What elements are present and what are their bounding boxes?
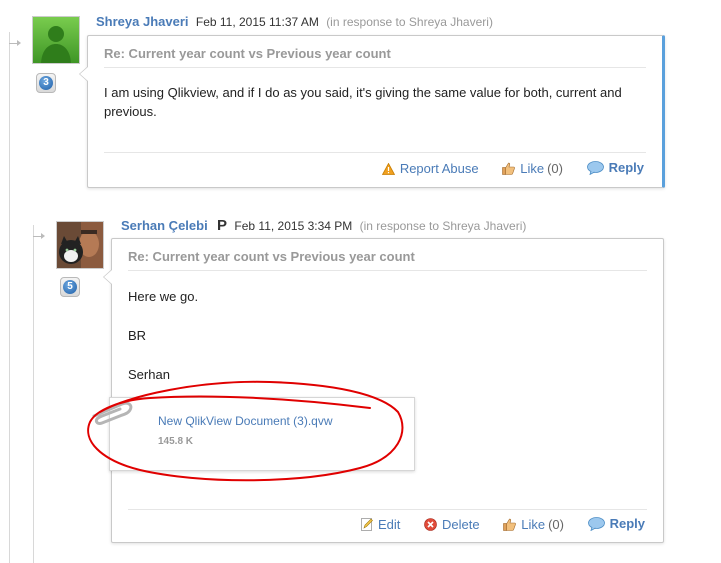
pencil-icon bbox=[361, 517, 373, 531]
like-link[interactable]: Like (0) bbox=[503, 517, 564, 532]
avatar-serhan[interactable] bbox=[56, 221, 104, 269]
delete-link[interactable]: Delete bbox=[424, 517, 480, 532]
paperclip-icon bbox=[88, 396, 148, 433]
thread-line-2 bbox=[33, 225, 34, 563]
card-pointer bbox=[103, 269, 112, 285]
report-abuse-label: Report Abuse bbox=[399, 161, 479, 176]
thread-connector-2 bbox=[33, 236, 41, 237]
post-meta: Shreya Jhaveri Feb 11, 2015 11:37 AM (in… bbox=[96, 14, 493, 29]
subject-divider bbox=[128, 270, 647, 271]
avatar-shreya[interactable] bbox=[32, 16, 80, 64]
thread-arrow-2 bbox=[41, 233, 45, 239]
attachment-card[interactable]: New QlikView Document (3).qvw 145.8 K bbox=[92, 397, 415, 471]
reply-button[interactable]: Reply bbox=[586, 160, 644, 175]
like-link[interactable]: Like (0) bbox=[502, 161, 563, 176]
rank-badge: 5 bbox=[60, 277, 80, 297]
attachment-size: 145.8 K bbox=[158, 436, 194, 447]
post-date: Feb 11, 2015 11:37 AM bbox=[195, 15, 319, 29]
in-response-link[interactable]: (in response to Shreya Jhaveri) bbox=[326, 15, 493, 29]
thread-arrow-1 bbox=[17, 40, 21, 46]
thumbs-up-icon bbox=[502, 162, 516, 175]
thumbs-up-icon bbox=[503, 518, 517, 531]
subject-divider bbox=[104, 67, 646, 68]
card-pointer bbox=[79, 66, 88, 82]
post-body-line: Here we go. bbox=[128, 289, 199, 304]
reply-button[interactable]: Reply bbox=[587, 516, 645, 531]
warning-triangle-icon bbox=[381, 162, 395, 175]
author-link[interactable]: Serhan Çelebi bbox=[121, 218, 208, 233]
edit-link[interactable]: Edit bbox=[361, 517, 400, 532]
post-body-line: BR bbox=[128, 328, 147, 343]
delete-x-icon bbox=[424, 517, 437, 531]
edit-label: Edit bbox=[377, 516, 401, 532]
post-subject: Re: Current year count vs Previous year … bbox=[104, 46, 391, 61]
speech-bubble-icon bbox=[586, 160, 604, 175]
like-count: (0) bbox=[548, 516, 564, 532]
reply-label: Reply bbox=[608, 160, 644, 175]
like-count: (0) bbox=[547, 160, 563, 176]
attachment-link[interactable]: New QlikView Document (3).qvw bbox=[158, 414, 333, 428]
post-body-line: Serhan bbox=[128, 367, 170, 382]
report-abuse-link[interactable]: Report Abuse bbox=[381, 161, 479, 176]
like-label: Like bbox=[521, 516, 546, 532]
actions-divider bbox=[104, 152, 646, 153]
participant-icon: P bbox=[217, 217, 228, 234]
author-link[interactable]: Shreya Jhaveri bbox=[96, 14, 189, 29]
delete-label: Delete bbox=[442, 516, 480, 532]
post-body: I am using Qlikview, and if I do as you … bbox=[104, 85, 622, 119]
post-actions: Report Abuse Like (0) Reply bbox=[362, 160, 644, 178]
post-card: Re: Current year count vs Previous year … bbox=[79, 35, 665, 188]
rank-badge: 3 bbox=[36, 73, 56, 93]
post-subject: Re: Current year count vs Previous year … bbox=[128, 249, 415, 264]
thread-line-1 bbox=[9, 32, 10, 563]
user-photo-avatar-icon bbox=[57, 222, 103, 268]
default-user-avatar-icon bbox=[33, 17, 79, 63]
post-date: Feb 11, 2015 3:34 PM bbox=[234, 219, 353, 233]
in-response-link[interactable]: (in response to Shreya Jhaveri) bbox=[360, 219, 527, 233]
post-card: Re: Current year count vs Previous year … bbox=[92, 238, 664, 543]
thread-connector-1 bbox=[9, 43, 17, 44]
post-meta: Serhan Çelebi P Feb 11, 2015 3:34 PM (in… bbox=[121, 217, 526, 234]
post-actions: Edit Delete Like (0) Reply bbox=[341, 516, 645, 534]
actions-divider bbox=[128, 509, 647, 510]
reply-label: Reply bbox=[609, 516, 645, 531]
like-label: Like bbox=[520, 160, 545, 176]
speech-bubble-icon bbox=[587, 516, 605, 531]
